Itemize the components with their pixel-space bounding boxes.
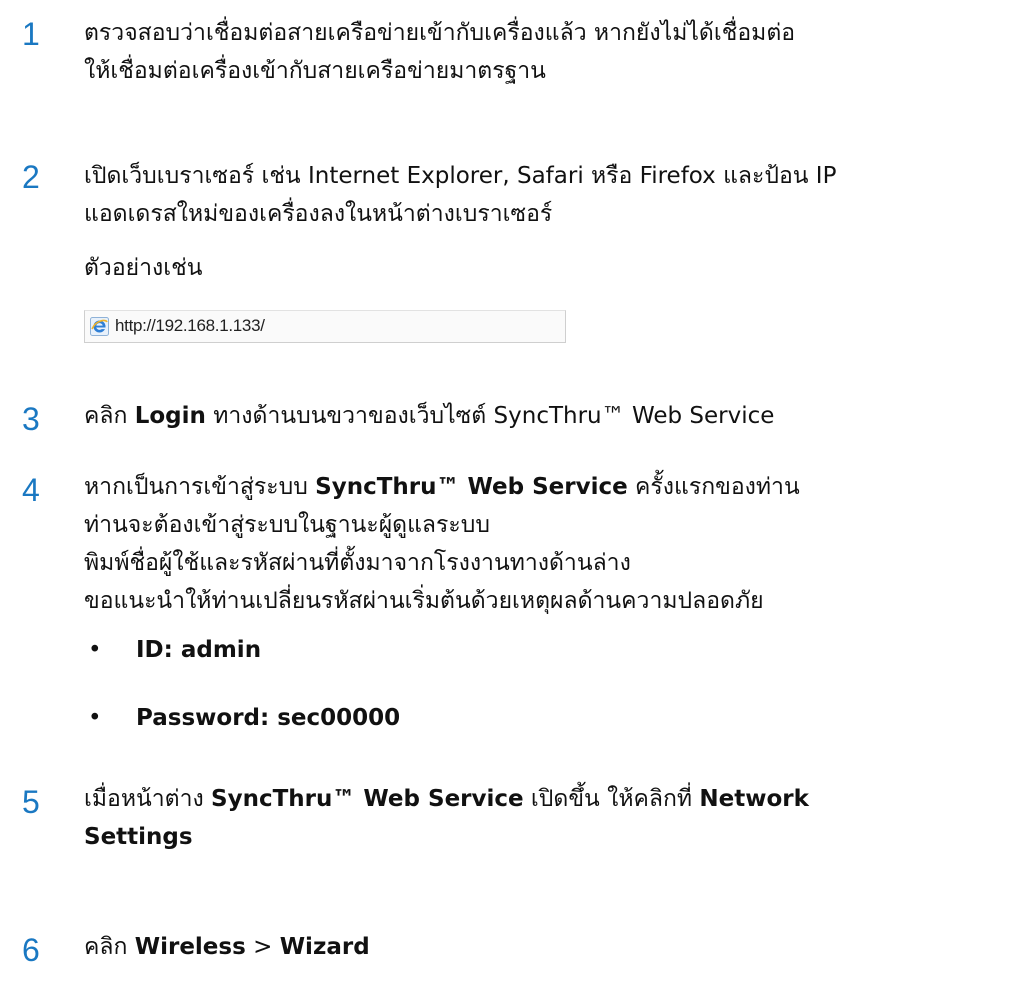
login-label: Login bbox=[134, 403, 206, 429]
step-line: ขอแนะนำให้ท่านเปลี่ยนรหัสผ่านเริ่มต้นด้ว… bbox=[84, 588, 764, 614]
step-text: เมื่อหน้าต่าง SyncThru™ Web Service เปิด… bbox=[84, 780, 1021, 856]
step-text-part: ทางด้านบนขวาของเว็บไซต์ SyncThru™ Web Se… bbox=[205, 403, 775, 429]
step-number: 4 bbox=[22, 472, 40, 508]
step-line: ตรวจสอบว่าเชื่อมต่อสายเครือข่ายเข้ากับเค… bbox=[84, 20, 796, 46]
wireless-label: Wireless bbox=[134, 934, 246, 960]
step-text: หากเป็นการเข้าสู่ระบบ SyncThru™ Web Serv… bbox=[84, 468, 1021, 620]
step-number: 3 bbox=[22, 401, 40, 437]
list-item: • ID: admin bbox=[88, 632, 261, 668]
step-text: ตรวจสอบว่าเชื่อมต่อสายเครือข่ายเข้ากับเค… bbox=[84, 14, 1021, 90]
step-text-part: คลิก bbox=[84, 934, 135, 960]
step-number: 1 bbox=[22, 16, 40, 52]
step-text: คลิก Wireless > Wizard bbox=[84, 928, 1021, 966]
step-line: หากเป็นการเข้าสู่ระบบ SyncThru™ Web Serv… bbox=[84, 468, 1021, 506]
browser-address-bar: http://192.168.1.133/ bbox=[84, 310, 566, 343]
menu-separator: > bbox=[245, 934, 280, 960]
step-number: 5 bbox=[22, 784, 40, 820]
step-line: ให้เชื่อมต่อเครื่องเข้ากับสายเครือข่ายมา… bbox=[84, 58, 546, 84]
step-line: ท่านจะต้องเข้าสู่ระบบในฐานะผู้ดูแลระบบ bbox=[84, 512, 490, 538]
wizard-label: Wizard bbox=[279, 934, 370, 960]
list-item: • Password: sec00000 bbox=[88, 700, 400, 736]
step-line: เปิดเว็บเบราเซอร์ เช่น Internet Explorer… bbox=[84, 163, 837, 189]
network-label: Network bbox=[699, 786, 809, 812]
step-text-part: เปิดขึ้น ให้คลิกที่ bbox=[523, 786, 700, 812]
url-text: http://192.168.1.133/ bbox=[115, 316, 265, 335]
step-text-part: ครั้งแรกของท่าน bbox=[627, 474, 800, 500]
internet-explorer-icon bbox=[90, 317, 109, 336]
credential-id: ID: admin bbox=[136, 637, 262, 663]
bullet: • bbox=[88, 637, 102, 663]
step-text-part: หากเป็นการเข้าสู่ระบบ bbox=[84, 474, 316, 500]
credential-password: Password: sec00000 bbox=[136, 705, 401, 731]
step-line: แอดเดรสใหม่ของเครื่องลงในหน้าต่างเบราเซอ… bbox=[84, 201, 553, 227]
step-number: 6 bbox=[22, 932, 40, 968]
step-text-part: คลิก bbox=[84, 403, 135, 429]
step-text: เปิดเว็บเบราเซอร์ เช่น Internet Explorer… bbox=[84, 157, 1021, 233]
settings-label: Settings bbox=[84, 824, 193, 850]
product-name: SyncThru™ Web Service bbox=[315, 474, 628, 500]
product-name: SyncThru™ Web Service bbox=[211, 786, 524, 812]
step-text-part: เมื่อหน้าต่าง bbox=[84, 786, 212, 812]
step-number: 2 bbox=[22, 159, 40, 195]
step-line: พิมพ์ชื่อผู้ใช้และรหัสผ่านที่ตั้งมาจากโร… bbox=[84, 550, 631, 576]
step-line: เมื่อหน้าต่าง SyncThru™ Web Service เปิด… bbox=[84, 780, 1021, 818]
step-text: คลิก Login ทางด้านบนขวาของเว็บไซต์ SyncT… bbox=[84, 397, 1021, 435]
bullet: • bbox=[88, 705, 102, 731]
example-label: ตัวอย่างเช่น bbox=[84, 255, 203, 281]
